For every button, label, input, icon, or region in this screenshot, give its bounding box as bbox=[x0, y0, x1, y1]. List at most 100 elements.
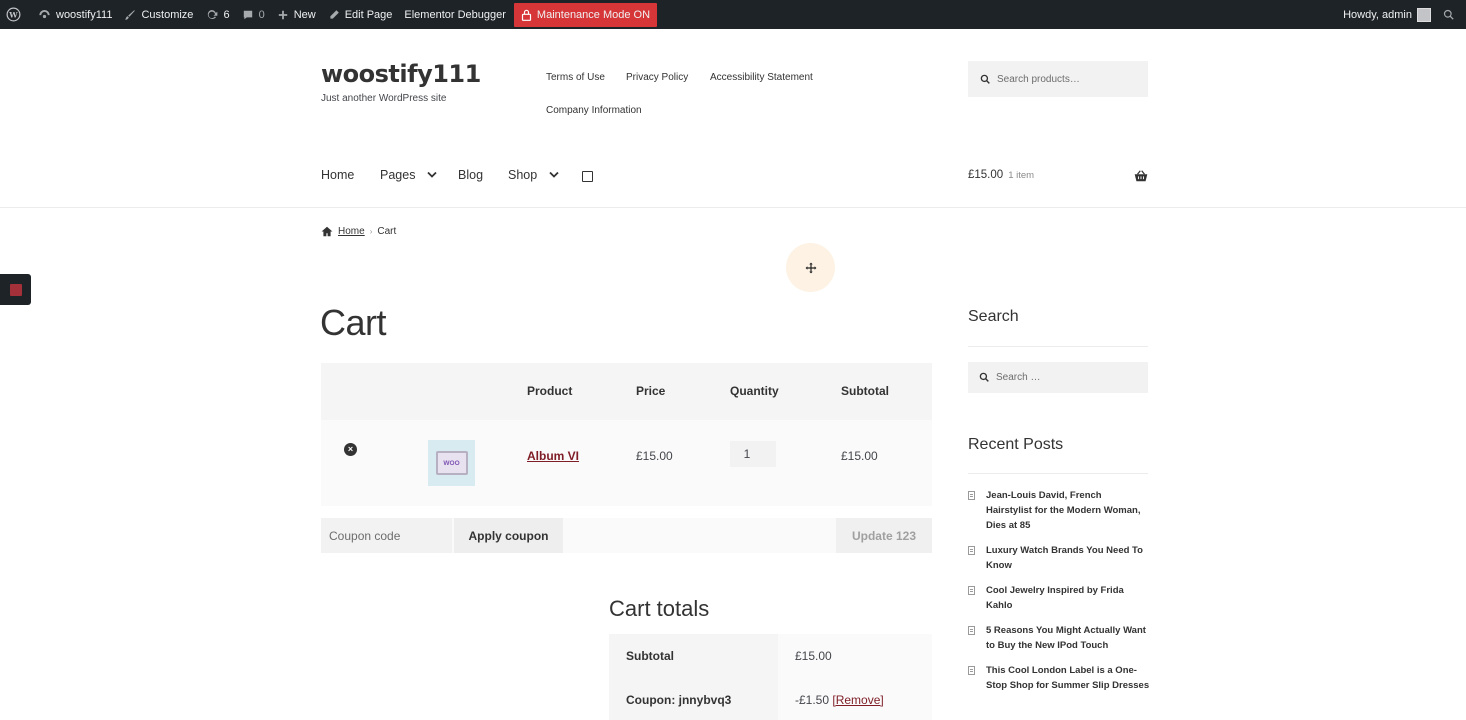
secondary-nav-company[interactable]: Company Information bbox=[546, 105, 642, 116]
comment-icon bbox=[243, 10, 252, 19]
document-icon bbox=[968, 491, 975, 500]
maintenance-label: Maintenance Mode ON bbox=[536, 8, 651, 21]
dashboard-icon bbox=[39, 9, 50, 19]
admin-bar: W woostify111 Customize 6 0 New Edit Pag… bbox=[0, 0, 1466, 29]
nav-blog[interactable]: Blog bbox=[458, 168, 483, 182]
remove-coupon-link[interactable]: [Remove] bbox=[832, 693, 883, 707]
cart-table-header: Product Price Quantity Subtotal bbox=[321, 363, 932, 420]
apply-coupon-button[interactable]: Apply coupon bbox=[454, 518, 563, 553]
site-tagline: Just another WordPress site bbox=[321, 93, 447, 104]
column-quantity: Quantity bbox=[730, 384, 779, 398]
product-search-field[interactable]: Search products… bbox=[968, 61, 1148, 97]
nav-blog-label: Blog bbox=[458, 168, 484, 182]
chevron-down-icon bbox=[549, 171, 559, 178]
admin-bar-updates[interactable]: 6 bbox=[199, 0, 235, 29]
post-title: Luxury Watch Brands You Need To Know bbox=[986, 544, 1143, 571]
nav-pages[interactable]: Pages bbox=[380, 168, 438, 182]
admin-bar-right: Howdy, admin bbox=[1337, 0, 1466, 29]
admin-bar-new[interactable]: New bbox=[271, 0, 322, 29]
move-handle[interactable] bbox=[786, 243, 835, 292]
column-subtotal: Subtotal bbox=[841, 384, 889, 398]
totals-subtotal-label: Subtotal bbox=[609, 634, 778, 678]
page-title: Cart bbox=[320, 302, 387, 343]
move-icon bbox=[805, 262, 816, 273]
header-cart-summary[interactable]: £15.00 1 item bbox=[968, 169, 1034, 181]
svg-text:W: W bbox=[8, 11, 18, 20]
post-title: Jean-Louis David, French Hairstylist for… bbox=[986, 490, 1141, 531]
list-item[interactable]: Luxury Watch Brands You Need To Know bbox=[968, 544, 1150, 574]
wordpress-logo-icon[interactable]: W bbox=[0, 0, 32, 29]
secondary-nav-privacy[interactable]: Privacy Policy bbox=[626, 72, 688, 83]
secondary-nav-terms[interactable]: Terms of Use bbox=[546, 72, 605, 83]
recent-posts-list: Jean-Louis David, French Hairstylist for… bbox=[968, 489, 1150, 704]
post-title: This Cool London Label is a One-Stop Sho… bbox=[986, 665, 1150, 691]
cart-totals-table: Subtotal £15.00 Coupon: jnnybvq3 -£1.50 … bbox=[609, 634, 932, 720]
totals-row-subtotal: Subtotal £15.00 bbox=[609, 634, 932, 678]
list-item[interactable]: 5 Reasons You Might Actually Want to Buy… bbox=[968, 624, 1150, 654]
product-name-link[interactable]: Album VI bbox=[527, 449, 579, 463]
cart-count: 1 item bbox=[1008, 170, 1035, 181]
maintenance-mode-badge[interactable]: Maintenance Mode ON bbox=[513, 2, 658, 27]
admin-bar-elementor-debugger[interactable]: Elementor Debugger bbox=[398, 0, 512, 29]
totals-coupon-value: -£1.50 bbox=[795, 693, 830, 707]
elementor-debugger-label: Elementor Debugger bbox=[404, 8, 506, 21]
search-widget-title: Search bbox=[968, 308, 1019, 325]
nav-pages-label: Pages bbox=[380, 168, 416, 182]
list-item[interactable]: Jean-Louis David, French Hairstylist for… bbox=[968, 489, 1150, 533]
cart-totals-title: Cart totals bbox=[609, 596, 710, 621]
remove-item-icon[interactable]: × bbox=[344, 443, 357, 456]
cart-actions: Apply coupon Update 123 bbox=[321, 518, 932, 553]
totals-coupon-label: Coupon: jnnybvq3 bbox=[609, 678, 778, 720]
secondary-nav-accessibility[interactable]: Accessibility Statement bbox=[710, 72, 813, 83]
howdy-label: Howdy, admin bbox=[1343, 8, 1412, 21]
nav-shop[interactable]: Shop bbox=[508, 168, 559, 182]
column-price: Price bbox=[636, 384, 666, 398]
side-panel-toggle[interactable] bbox=[0, 274, 31, 305]
search-icon bbox=[1443, 9, 1454, 20]
widget-divider bbox=[968, 346, 1148, 347]
list-item[interactable]: This Cool London Label is a One-Stop Sho… bbox=[968, 664, 1150, 694]
admin-bar-customize[interactable]: Customize bbox=[118, 0, 199, 29]
nav-home-label: Home bbox=[321, 168, 355, 182]
admin-bar-edit-page[interactable]: Edit Page bbox=[322, 0, 399, 29]
quantity-input[interactable] bbox=[730, 441, 776, 467]
new-label: New bbox=[293, 8, 316, 21]
nav-home[interactable]: Home bbox=[321, 168, 354, 182]
admin-bar-site[interactable]: woostify111 bbox=[32, 0, 118, 29]
search-icon bbox=[980, 74, 990, 84]
list-item[interactable]: Cool Jewelry Inspired by Frida Kahlo bbox=[968, 584, 1150, 614]
product-search-placeholder: Search products… bbox=[997, 73, 1080, 85]
admin-bar-comments[interactable]: 0 bbox=[236, 0, 271, 29]
updates-count: 6 bbox=[223, 8, 230, 21]
update-cart-button[interactable]: Update 123 bbox=[836, 518, 932, 553]
plus-icon bbox=[278, 10, 287, 19]
updates-icon bbox=[208, 9, 218, 19]
table-row: × WOO Album VI £15.00 £15.00 bbox=[321, 420, 932, 506]
coupon-code-input[interactable] bbox=[321, 518, 452, 553]
column-product: Product bbox=[527, 384, 573, 398]
nav-square-icon[interactable] bbox=[582, 171, 593, 182]
site-title[interactable]: woostify111 bbox=[321, 60, 481, 88]
edit-page-label: Edit Page bbox=[344, 8, 393, 21]
recent-posts-title: Recent Posts bbox=[968, 436, 1064, 453]
product-subtotal: £15.00 bbox=[841, 449, 878, 463]
chevron-down-icon bbox=[427, 171, 438, 178]
breadcrumb-separator-icon: › bbox=[369, 227, 373, 236]
basket-icon[interactable] bbox=[1134, 170, 1148, 182]
brush-icon bbox=[125, 9, 136, 20]
product-thumbnail-label: WOO bbox=[435, 451, 468, 475]
my-account[interactable]: Howdy, admin bbox=[1337, 0, 1437, 29]
product-price: £15.00 bbox=[636, 449, 673, 463]
avatar bbox=[1417, 7, 1431, 22]
sidebar-search-field[interactable]: Search … bbox=[968, 362, 1148, 393]
document-icon bbox=[968, 545, 975, 555]
admin-bar-search[interactable] bbox=[1437, 0, 1466, 29]
totals-subtotal-value: £15.00 bbox=[778, 634, 932, 678]
product-thumbnail[interactable]: WOO bbox=[428, 440, 475, 486]
home-icon bbox=[321, 226, 333, 237]
admin-bar-site-name: woostify111 bbox=[56, 8, 113, 21]
cart-amount: £15.00 bbox=[968, 169, 1004, 181]
comments-count: 0 bbox=[258, 8, 265, 21]
header-divider bbox=[0, 207, 1466, 208]
breadcrumb-home[interactable]: Home bbox=[338, 226, 365, 237]
